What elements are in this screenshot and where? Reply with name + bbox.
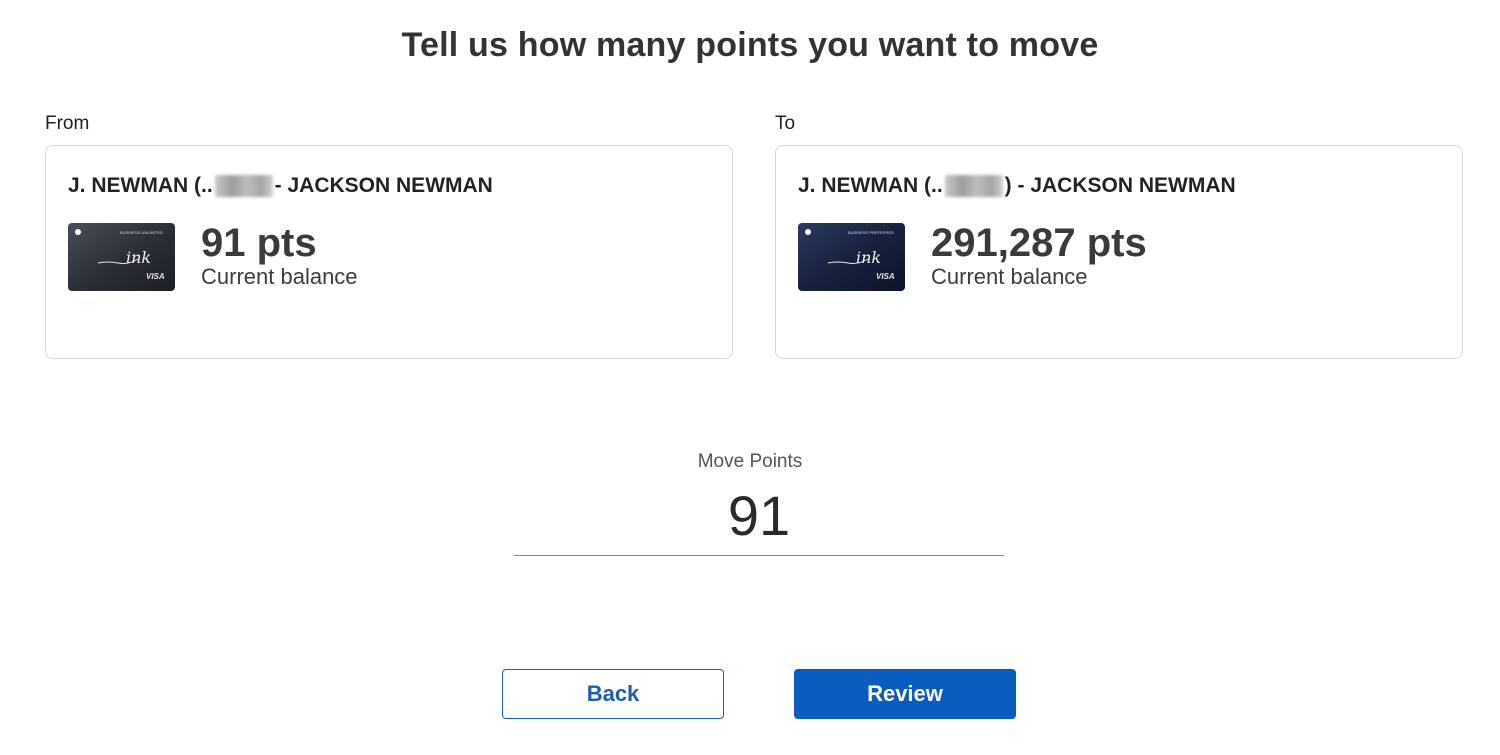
from-label: From: [45, 113, 90, 134]
from-account-name-suffix: - JACKSON NEWMAN: [274, 174, 493, 197]
from-balance-label: Current balance: [201, 264, 358, 289]
from-card-type: BUSINESS UNLIMITED: [120, 230, 163, 235]
from-account-card[interactable]: J. NEWMAN (.. - JACKSON NEWMAN BUSINESS …: [45, 145, 733, 359]
to-card-type: BUSINESS PREFERRED: [848, 230, 894, 235]
review-button[interactable]: Review: [794, 669, 1016, 719]
from-account-name-prefix: J. NEWMAN (..: [68, 174, 213, 197]
page-title: Tell us how many points you want to move: [401, 26, 1099, 64]
redacted-account-number: [944, 175, 1003, 197]
to-account-name-suffix: ) - JACKSON NEWMAN: [1004, 174, 1236, 197]
from-points: 91 pts: [201, 221, 317, 265]
move-points-page: Tell us how many points you want to move…: [0, 0, 1500, 755]
redacted-account-number: [214, 175, 273, 197]
from-card-brand: ink: [126, 248, 151, 267]
back-button[interactable]: Back: [502, 669, 724, 719]
to-card-network: VISA: [876, 272, 895, 281]
to-card-image: BUSINESS PREFERRED ink VISA: [798, 223, 905, 291]
move-points-label: Move Points: [697, 451, 803, 472]
to-card-brand: ink: [856, 248, 881, 267]
to-points: 291,287 pts: [931, 221, 1147, 265]
from-card-image: BUSINESS UNLIMITED ink VISA: [68, 223, 175, 291]
from-card-network: VISA: [146, 272, 165, 281]
to-account-name-prefix: J. NEWMAN (..: [798, 174, 943, 197]
to-account-card[interactable]: J. NEWMAN (.. ) - JACKSON NEWMAN BUSINES…: [775, 145, 1463, 359]
move-points-input[interactable]: [514, 476, 1004, 556]
to-balance-label: Current balance: [931, 264, 1088, 289]
to-label: To: [775, 113, 796, 134]
to-account-name: J. NEWMAN (.. ) - JACKSON NEWMAN: [798, 174, 1236, 198]
from-account-name: J. NEWMAN (.. - JACKSON NEWMAN: [68, 174, 493, 198]
